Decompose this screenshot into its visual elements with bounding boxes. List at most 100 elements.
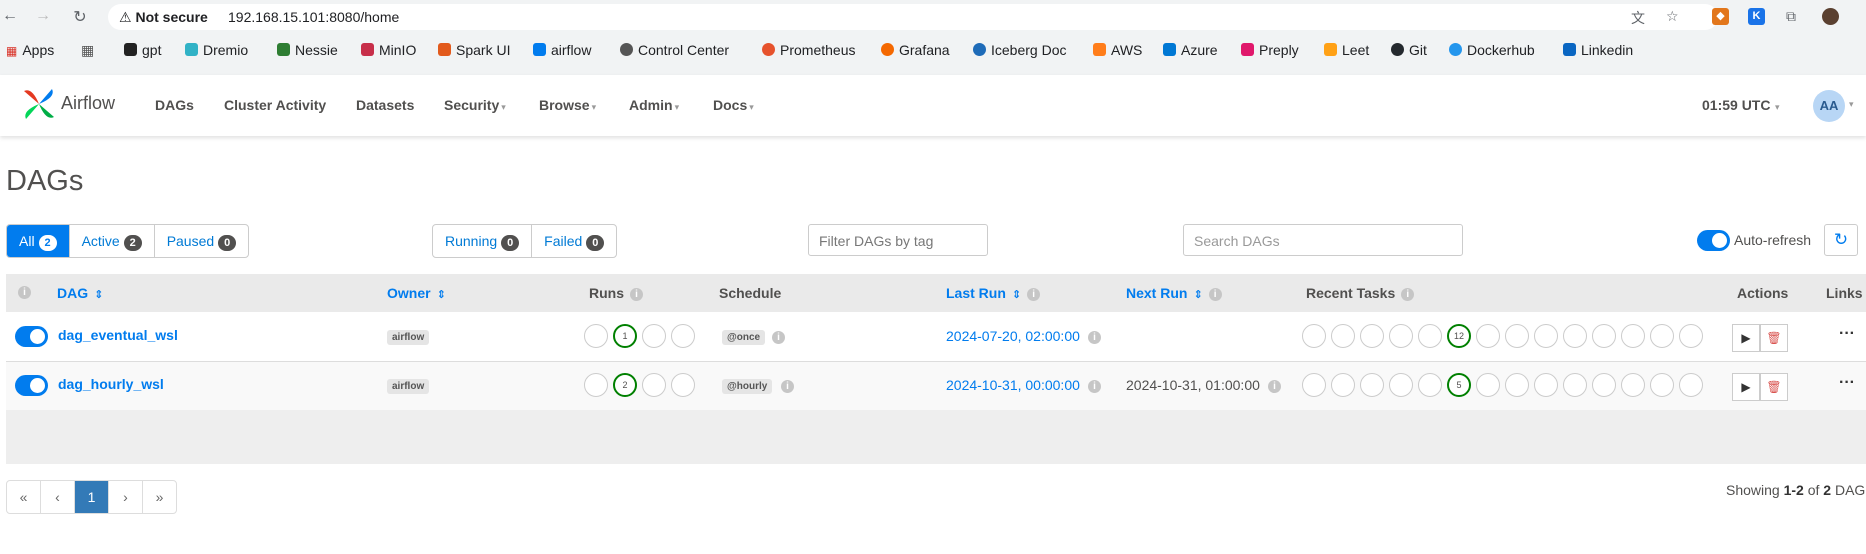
task-state-circle[interactable] (1621, 324, 1645, 348)
last-run-link[interactable]: 2024-10-31, 00:00:00 (946, 377, 1080, 393)
more-links-icon[interactable]: ··· (1839, 325, 1855, 343)
tag-filter-input[interactable]: Filter DAGs by tag (808, 224, 988, 256)
nav-admin[interactable]: Admin ▾ (629, 97, 679, 113)
run-state-circle[interactable] (584, 324, 608, 348)
bookmark-aws[interactable]: AWS (1093, 42, 1142, 58)
delete-dag-button[interactable]: 🗑 (1760, 373, 1788, 401)
filter-active-button[interactable]: Active 2 (70, 225, 155, 257)
task-state-circle[interactable] (1331, 373, 1355, 397)
column-dag[interactable]: DAG ⇕ (57, 285, 103, 301)
task-state-circle-success[interactable]: 5 (1447, 373, 1471, 397)
schedule-tag[interactable]: @hourly (722, 379, 773, 394)
search-dags-input[interactable]: Search DAGs (1183, 224, 1463, 256)
brand-name[interactable]: Airflow (61, 93, 115, 114)
tab-groups-icon[interactable]: ▦ (81, 42, 94, 59)
task-state-circle[interactable] (1563, 373, 1587, 397)
task-state-circle-success[interactable]: 12 (1447, 324, 1471, 348)
task-state-circle[interactable] (1302, 373, 1326, 397)
run-state-circle[interactable] (671, 373, 695, 397)
task-state-circle[interactable] (1418, 324, 1442, 348)
task-state-circle[interactable] (1592, 324, 1616, 348)
star-icon[interactable]: ☆ (1666, 8, 1679, 25)
filter-paused-button[interactable]: Paused 0 (155, 225, 248, 257)
metamask-extension-icon[interactable]: ◆ (1712, 8, 1729, 25)
task-state-circle[interactable] (1389, 324, 1413, 348)
trigger-dag-button[interactable]: ▶ (1732, 373, 1760, 401)
info-icon[interactable]: i (1401, 288, 1415, 301)
run-state-circle[interactable] (671, 324, 695, 348)
auto-refresh-toggle[interactable] (1697, 230, 1730, 251)
schedule-tag[interactable]: @once (722, 330, 766, 345)
bookmark-minio[interactable]: MinIO (361, 42, 416, 58)
nav-browse[interactable]: Browse ▾ (539, 97, 596, 113)
info-icon[interactable]: i (1268, 380, 1281, 393)
bookmark-nessie[interactable]: Nessie (277, 42, 338, 58)
info-icon[interactable]: i (1027, 288, 1041, 301)
owner-tag[interactable]: airflow (387, 330, 430, 345)
info-icon[interactable]: i (630, 288, 643, 301)
chevron-down-icon[interactable]: ▾ (1849, 99, 1854, 110)
forward-icon[interactable]: → (33, 7, 53, 25)
task-state-circle[interactable] (1505, 324, 1529, 348)
nav-cluster-activity[interactable]: Cluster Activity (224, 97, 326, 113)
bookmark-iceberg-doc[interactable]: Iceberg Doc (973, 42, 1066, 58)
more-links-icon[interactable]: ··· (1839, 374, 1855, 392)
task-state-circle[interactable] (1621, 373, 1645, 397)
task-state-circle[interactable] (1331, 324, 1355, 348)
pager-prev[interactable]: ‹ (41, 481, 75, 513)
pager-next[interactable]: › (109, 481, 143, 513)
bookmark-prometheus[interactable]: Prometheus (762, 42, 855, 58)
reload-icon[interactable]: ↻ (70, 7, 90, 27)
dag-id-link[interactable]: dag_eventual_wsl (58, 327, 178, 343)
column-owner[interactable]: Owner ⇕ (387, 285, 446, 301)
dag-pause-toggle[interactable] (15, 326, 48, 347)
run-state-circle[interactable] (642, 324, 666, 348)
utc-clock[interactable]: 01:59 UTC ▾ (1702, 97, 1780, 113)
column-next-run[interactable]: Next Run ⇕ i (1126, 285, 1222, 301)
filter-running-button[interactable]: Running 0 (433, 225, 533, 257)
bookmark-azure[interactable]: Azure (1163, 42, 1218, 58)
info-icon[interactable]: i (1088, 380, 1101, 393)
bookmark-dockerhub[interactable]: Dockerhub (1449, 42, 1535, 58)
info-icon[interactable]: i (18, 286, 31, 299)
last-run-link[interactable]: 2024-07-20, 02:00:00 (946, 328, 1080, 344)
url-text[interactable]: 192.168.15.101:8080/home (228, 9, 399, 25)
pager-last[interactable]: » (143, 481, 176, 513)
bookmark-leet[interactable]: Leet (1324, 42, 1369, 58)
trigger-dag-button[interactable]: ▶ (1732, 324, 1760, 352)
k-extension-icon[interactable]: K (1748, 8, 1765, 25)
task-state-circle[interactable] (1592, 373, 1616, 397)
bookmark-preply[interactable]: Preply (1241, 42, 1299, 58)
column-last-run[interactable]: Last Run ⇕ i (946, 285, 1041, 301)
task-state-circle[interactable] (1534, 324, 1558, 348)
dag-id-link[interactable]: dag_hourly_wsl (58, 376, 164, 392)
bookmark-grafana[interactable]: Grafana (881, 42, 950, 58)
task-state-circle[interactable] (1389, 373, 1413, 397)
owner-tag[interactable]: airflow (387, 379, 430, 394)
nav-security[interactable]: Security ▾ (444, 97, 506, 113)
extensions-icon[interactable]: ⧉ (1786, 8, 1796, 25)
run-state-circle[interactable] (584, 373, 608, 397)
run-state-circle-success[interactable]: 2 (613, 373, 637, 397)
task-state-circle[interactable] (1476, 373, 1500, 397)
airflow-logo-icon[interactable] (20, 85, 58, 123)
task-state-circle[interactable] (1563, 324, 1587, 348)
bookmark-airflow[interactable]: airflow (533, 42, 591, 58)
nav-docs[interactable]: Docs ▾ (713, 97, 754, 113)
pager-page-1[interactable]: 1 (75, 481, 109, 513)
info-icon[interactable]: i (781, 380, 794, 393)
back-icon[interactable]: ← (0, 7, 20, 25)
translate-icon[interactable]: 文 (1631, 8, 1645, 28)
bookmark-dremio[interactable]: Dremio (185, 42, 248, 58)
info-icon[interactable]: i (1088, 331, 1101, 344)
task-state-circle[interactable] (1302, 324, 1326, 348)
run-state-circle-success[interactable]: 1 (613, 324, 637, 348)
nav-dags[interactable]: DAGs (155, 97, 194, 113)
bookmark-linkedin[interactable]: Linkedin (1563, 42, 1633, 58)
task-state-circle[interactable] (1360, 324, 1384, 348)
task-state-circle[interactable] (1505, 373, 1529, 397)
delete-dag-button[interactable]: 🗑 (1760, 324, 1788, 352)
not-secure-label[interactable]: ⚠ Not secure (119, 9, 208, 26)
task-state-circle[interactable] (1360, 373, 1384, 397)
filter-failed-button[interactable]: Failed 0 (532, 225, 616, 257)
